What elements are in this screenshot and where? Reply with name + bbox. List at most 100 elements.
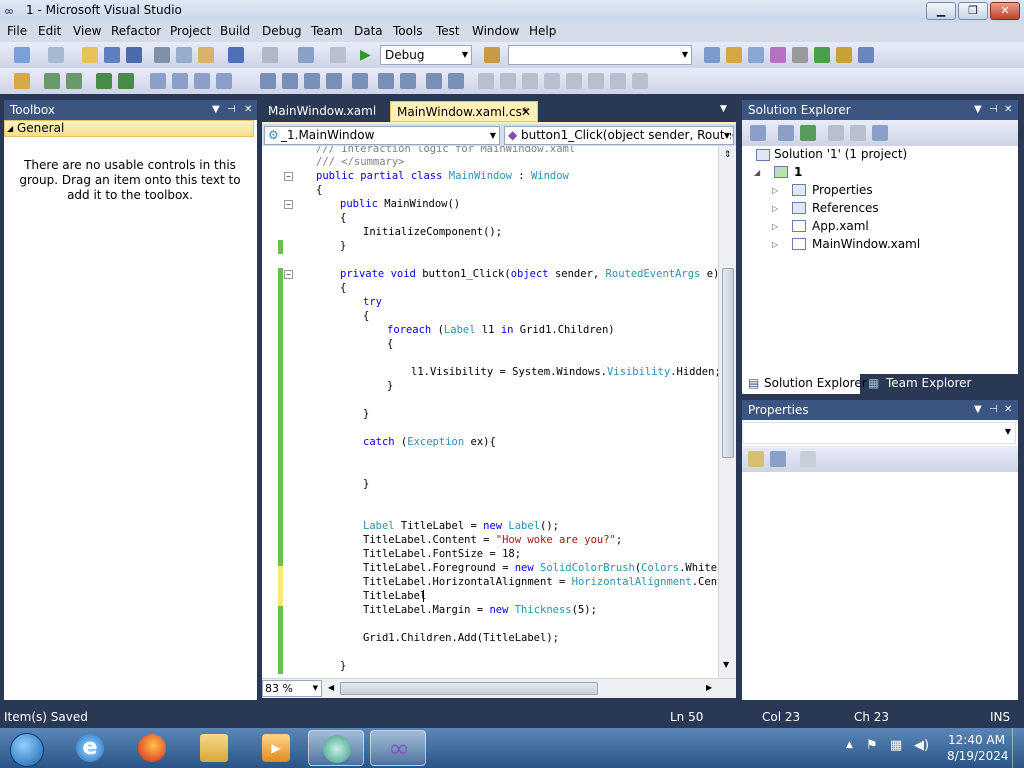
start-debugging-icon[interactable]: ▶ [360,47,376,63]
show-hidden-icons-icon[interactable]: ▲ [846,740,853,750]
navigate-forward-icon[interactable] [330,47,346,63]
chevron-down-icon[interactable]: ▼ [723,660,729,669]
close-icon[interactable]: ✕ [1004,400,1012,420]
resolve-icon[interactable] [610,73,626,89]
comment-icon[interactable] [478,73,494,89]
view-class-diagram-icon[interactable] [872,125,888,141]
close-icon[interactable]: ✕ [521,102,531,122]
properties-icon[interactable] [750,125,766,141]
code-editor[interactable]: − − − /// Interaction logic for MainWind… [262,146,718,678]
maximize-button[interactable]: ❐ [958,2,988,20]
reply-icon[interactable] [500,73,516,89]
taskbar-app-running[interactable] [308,730,364,766]
minimize-button[interactable]: ▁ [926,2,956,20]
step-into-icon[interactable] [44,73,60,89]
expand-arrow-icon[interactable]: ▷ [772,204,778,213]
cut-icon[interactable] [154,47,170,63]
menu-refactor[interactable]: Refactor [111,24,161,38]
expand-arrow-icon[interactable]: ▷ [772,186,778,195]
tab-solution-explorer[interactable]: ▤ Solution Explorer [742,374,867,394]
menu-test[interactable]: Test [436,24,460,38]
collapse-arrow-icon[interactable]: ◢ [754,168,760,177]
tab-mainwindow-xaml-cs[interactable]: MainWindow.xaml.cs* ✕ [390,101,538,122]
decrease-indent-icon[interactable] [260,73,276,89]
uncomment-icon[interactable] [326,73,342,89]
chevron-left-icon[interactable]: ◀ [328,683,334,692]
format-icon[interactable] [448,73,464,89]
zoom-dropdown[interactable]: 83 % ▼ [262,680,322,697]
menu-view[interactable]: View [73,24,101,38]
quick-info-icon[interactable] [194,73,210,89]
menu-team[interactable]: Team [311,24,343,38]
pin-icon[interactable]: ⊣ [227,100,236,120]
step-over-icon[interactable] [66,73,82,89]
solution-configuration-dropdown[interactable]: Debug ▼ [380,45,472,65]
copy-icon[interactable] [176,47,192,63]
run-to-cursor-icon[interactable] [118,73,134,89]
chevron-right-icon[interactable]: ▶ [706,683,712,692]
clear-bookmarks-icon[interactable] [426,73,442,89]
solution-explorer-icon[interactable] [704,47,720,63]
show-all-files-icon[interactable] [778,125,794,141]
navigate-backward-icon[interactable] [298,47,314,63]
next-bookmark-icon[interactable] [400,73,416,89]
close-icon[interactable]: ✕ [1004,100,1012,120]
fold-icon[interactable]: − [284,200,293,209]
find-combo[interactable]: ▼ [508,45,692,65]
toggle-bookmark-icon[interactable] [352,73,368,89]
vertical-scrollbar[interactable]: ⇕ ▼ [718,146,736,678]
expand-arrow-icon[interactable]: ▷ [772,222,778,231]
alphabetical-icon[interactable] [770,451,786,467]
query-icon[interactable] [14,73,30,89]
save-all-icon[interactable] [126,47,142,63]
member-dropdown[interactable]: ◆ button1_Click(object sender, RoutedE ▼ [504,126,734,145]
clock-time[interactable]: 12:40 AM [948,733,1005,747]
new-project-icon[interactable] [14,47,30,63]
toolbox-group-general[interactable]: ◢ General [4,120,254,137]
object-browser-icon[interactable] [748,47,764,63]
chevron-down-icon[interactable]: ▼ [212,100,220,120]
view-code-icon[interactable] [828,125,844,141]
previous-bookmark-icon[interactable] [378,73,394,89]
refresh-icon[interactable] [800,125,816,141]
complete-word-icon[interactable] [216,73,232,89]
menu-window[interactable]: Window [472,24,519,38]
menu-file[interactable]: File [7,24,27,38]
chevron-down-icon[interactable]: ▼ [720,104,727,114]
next-comment-icon[interactable] [566,73,582,89]
class-dropdown[interactable]: ⚙ _1.MainWindow ▼ [264,126,500,145]
forward-icon[interactable] [522,73,538,89]
show-desktop-button[interactable] [1012,728,1024,768]
discuss-icon[interactable] [632,73,648,89]
menu-project[interactable]: Project [170,24,211,38]
increase-indent-icon[interactable] [282,73,298,89]
paste-icon[interactable] [198,47,214,63]
parameter-info-icon[interactable] [172,73,188,89]
save-icon[interactable] [104,47,120,63]
comment-out-icon[interactable] [304,73,320,89]
horizontal-scroll-thumb[interactable] [340,682,598,695]
taskbar-visual-studio[interactable]: ∞ [370,730,426,766]
expand-arrow-icon[interactable]: ▷ [772,240,778,249]
pin-icon[interactable]: ⊣ [989,100,998,120]
tree-item-mainwindow-xaml[interactable]: MainWindow.xaml [812,237,920,251]
property-pages-icon[interactable] [800,451,816,467]
taskbar-explorer[interactable] [186,730,242,766]
tab-mainwindow-xaml[interactable]: MainWindow.xaml [262,101,386,122]
taskbar-firefox[interactable] [124,730,180,766]
action-center-flag-icon[interactable]: ⚑ [866,738,878,753]
menu-help[interactable]: Help [529,24,556,38]
tree-solution[interactable]: Solution '1' (1 project) [774,147,907,161]
close-button[interactable]: ✕ [990,2,1020,20]
menu-build[interactable]: Build [220,24,250,38]
tree-item-app-xaml[interactable]: App.xaml [812,219,869,233]
delete-comment-icon[interactable] [588,73,604,89]
start-button[interactable] [0,730,52,767]
volume-icon[interactable]: ◀) [914,738,929,753]
prev-comment-icon[interactable] [544,73,560,89]
chevron-down-icon[interactable]: ▼ [974,400,982,420]
menu-debug[interactable]: Debug [262,24,301,38]
add-item-icon[interactable] [48,47,64,63]
toolbox-icon[interactable] [770,47,786,63]
find-in-files-icon[interactable] [484,47,500,63]
